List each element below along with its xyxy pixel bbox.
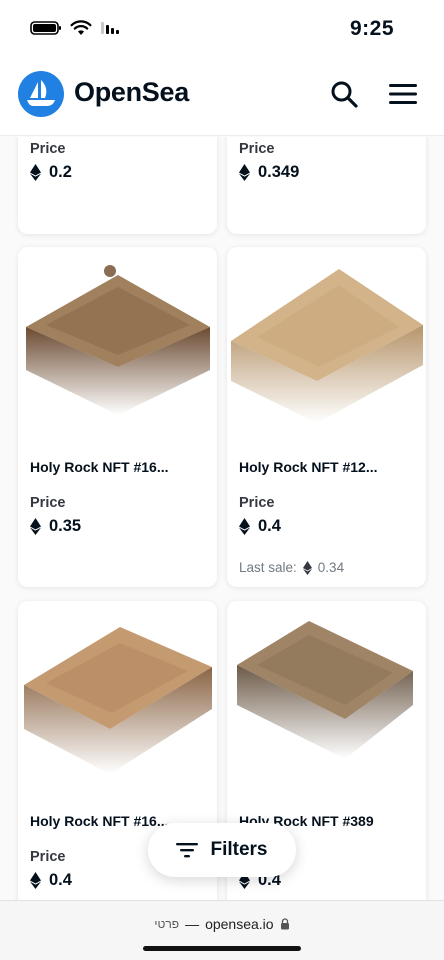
price-amount: 0.35 — [49, 517, 82, 535]
opensea-logo[interactable] — [18, 71, 64, 117]
sailboat-icon — [27, 80, 55, 106]
status-time: 9:25 — [349, 17, 394, 40]
status-icons — [30, 20, 122, 36]
price-label: Price — [30, 495, 66, 511]
nft-title: Holy Rock NFT #16... — [30, 459, 169, 475]
ethereum-icon — [239, 518, 250, 535]
lock-icon — [280, 918, 289, 930]
nft-image — [24, 627, 212, 774]
battery-icon — [30, 21, 61, 35]
wifi-icon — [70, 20, 92, 35]
price-value: 0.4 — [239, 517, 281, 536]
last-sale-amount: 0.34 — [317, 560, 345, 575]
brand-name[interactable]: OpenSea — [74, 77, 189, 108]
nft-card[interactable]: Holy Rock NFT #12... Price 0.4 Last sale… — [227, 247, 426, 587]
home-indicator[interactable] — [143, 946, 301, 951]
price-label: Price — [30, 141, 66, 157]
ethereum-icon — [30, 872, 41, 889]
price-value: 0.2 — [30, 163, 72, 182]
filters-button[interactable]: Filters — [148, 823, 296, 877]
search-icon — [331, 81, 358, 108]
nft-image — [231, 269, 423, 423]
filters-label: Filters — [210, 839, 268, 860]
price-amount: 0.4 — [49, 871, 72, 889]
price-label: Price — [239, 495, 275, 511]
nft-grid: Price 0.2 Price 0.349 Holy Rock NFT #16.… — [0, 137, 444, 900]
status-bar: 9:25 — [0, 0, 444, 60]
browser-url-bar[interactable]: פרטי — opensea.io — [0, 900, 444, 960]
app-header: OpenSea — [0, 60, 444, 136]
nft-card[interactable]: Price 0.2 — [18, 137, 217, 234]
nft-card[interactable]: Holy Rock NFT #16... Price 0.35 — [18, 247, 217, 587]
ethereum-icon — [30, 164, 41, 181]
nft-card[interactable]: Price 0.349 — [227, 137, 426, 234]
nft-image — [237, 621, 413, 759]
menu-button[interactable] — [383, 74, 423, 114]
url-display[interactable]: פרטי — opensea.io — [0, 916, 444, 932]
last-sale-label: Last sale: — [239, 560, 297, 575]
price-label: Price — [30, 849, 66, 865]
price-value: 0.4 — [30, 871, 72, 890]
search-button[interactable] — [324, 74, 364, 114]
ethereum-icon — [239, 164, 250, 181]
hamburger-menu-icon — [389, 84, 417, 104]
filter-icon — [176, 843, 199, 858]
ethereum-icon — [30, 518, 41, 535]
last-sale: Last sale: 0.34 — [239, 560, 344, 575]
ethereum-icon — [302, 560, 312, 575]
nft-image — [26, 265, 210, 415]
private-mode-label: פרטי — [154, 917, 180, 931]
nft-title: Holy Rock NFT #12... — [239, 459, 378, 475]
signal-icon — [101, 22, 119, 34]
price-value: 0.349 — [239, 163, 299, 182]
price-amount: 0.4 — [258, 517, 281, 535]
url-text: opensea.io — [205, 916, 274, 932]
price-value: 0.35 — [30, 517, 81, 536]
price-amount: 0.349 — [258, 163, 300, 181]
price-label: Price — [239, 141, 275, 157]
url-separator: — — [185, 916, 200, 932]
price-amount: 0.2 — [49, 163, 72, 181]
